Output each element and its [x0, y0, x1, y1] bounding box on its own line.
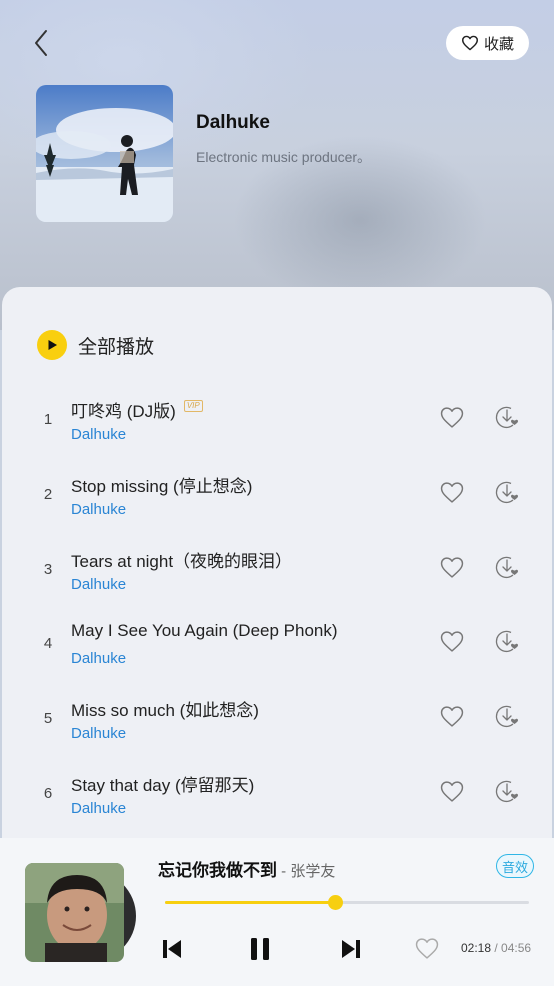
track-number: 4 [43, 635, 53, 652]
track-number: 6 [43, 785, 53, 802]
track-title: Miss so much (如此想念) [71, 701, 259, 720]
pause-button[interactable] [245, 934, 275, 964]
list-item[interactable]: 4 May I See You Again (Deep Phonk) Dalhu… [2, 613, 552, 675]
heart-icon [440, 705, 464, 727]
track-artist-link[interactable]: Dalhuke [71, 725, 126, 742]
playback-time: 02:18 / 04:56 [461, 941, 531, 955]
progress-bar[interactable] [165, 895, 529, 910]
favorite-button[interactable]: 收藏 [446, 26, 529, 60]
download-icon [495, 630, 518, 653]
artist-description: Electronic music producer。 [196, 149, 372, 165]
skip-next-icon [342, 940, 360, 958]
chevron-left-icon [35, 30, 47, 56]
track-title: May I See You Again (Deep Phonk) [71, 621, 338, 640]
download-button[interactable] [492, 626, 522, 656]
list-item[interactable]: 6 Stay that day (停留那天) Dalhuke [2, 763, 552, 825]
list-item[interactable]: 1 叮咚鸡 (DJ版) VIP Dalhuke [2, 389, 552, 451]
total-time: 04:56 [501, 941, 532, 955]
track-title: Stop missing (停止想念) [71, 477, 253, 496]
download-button[interactable] [492, 701, 522, 731]
heart-icon [415, 937, 439, 959]
list-item[interactable]: 3 Tears at night（夜晚的眼泪） Dalhuke [2, 539, 552, 601]
track-artist-link[interactable]: Dalhuke [71, 650, 126, 667]
like-current-button[interactable] [413, 934, 441, 962]
heart-icon [440, 556, 464, 578]
like-button[interactable] [438, 553, 466, 581]
play-circle-icon [37, 330, 67, 360]
download-button[interactable] [492, 552, 522, 582]
heart-icon [440, 630, 464, 652]
current-time: 02:18 [461, 941, 492, 955]
track-number: 5 [43, 710, 53, 727]
track-title-text: 叮咚鸡 (DJ版) [71, 402, 176, 421]
play-all-button[interactable]: 全部播放 [37, 329, 154, 361]
heart-icon [440, 406, 464, 428]
now-playing-cover[interactable] [25, 863, 124, 962]
track-title: Tears at night（夜晚的眼泪） [71, 552, 293, 571]
track-artist-link[interactable]: Dalhuke [71, 800, 126, 817]
download-button[interactable] [492, 477, 522, 507]
play-all-label: 全部播放 [78, 336, 155, 358]
artist-name: Dalhuke [196, 112, 270, 133]
download-button[interactable] [492, 402, 522, 432]
download-icon [495, 780, 518, 803]
skip-previous-icon [163, 940, 181, 958]
list-item[interactable]: 2 Stop missing (停止想念) Dalhuke [2, 464, 552, 526]
pause-icon [251, 938, 269, 960]
heart-icon [440, 481, 464, 503]
download-icon [495, 481, 518, 504]
like-button[interactable] [438, 777, 466, 805]
track-title: 叮咚鸡 (DJ版) VIP [71, 397, 203, 422]
favorite-label: 收藏 [483, 35, 514, 53]
next-button[interactable] [336, 934, 366, 964]
time-separator: / [491, 941, 502, 955]
now-playing-song: 忘记你我做不到 [158, 861, 277, 880]
heart-icon [440, 780, 464, 802]
track-artist-link[interactable]: Dalhuke [71, 426, 126, 443]
track-artist-link[interactable]: Dalhuke [71, 576, 126, 593]
now-playing-artist: - 张学友 [277, 863, 336, 880]
now-playing-title: 忘记你我做不到 - 张学友 [158, 856, 335, 881]
vip-badge: VIP [183, 399, 203, 412]
list-item[interactable]: 5 Miss so much (如此想念) Dalhuke [2, 688, 552, 750]
track-number: 2 [43, 486, 53, 503]
like-button[interactable] [438, 702, 466, 730]
download-icon [495, 705, 518, 728]
like-button[interactable] [438, 627, 466, 655]
like-button[interactable] [438, 478, 466, 506]
back-button[interactable] [26, 26, 56, 60]
track-number: 1 [43, 411, 53, 428]
progress-fill [165, 901, 335, 904]
mini-player: 忘记你我做不到 - 张学友 音效 02:18 / 04:56 [0, 838, 554, 986]
download-icon [495, 406, 518, 429]
download-button[interactable] [492, 776, 522, 806]
sound-effect-button[interactable]: 音效 [496, 854, 534, 878]
track-number: 3 [43, 561, 53, 578]
previous-button[interactable] [157, 934, 187, 964]
like-button[interactable] [438, 403, 466, 431]
progress-knob[interactable] [327, 895, 343, 910]
heart-icon [461, 35, 478, 51]
track-title: Stay that day (停留那天) [71, 776, 255, 795]
playlist-panel: 全部播放 1 叮咚鸡 (DJ版) VIP Dalhuke 2 Stop miss… [2, 287, 552, 847]
download-icon [495, 556, 518, 579]
artist-avatar [36, 85, 173, 222]
track-artist-link[interactable]: Dalhuke [71, 501, 126, 518]
